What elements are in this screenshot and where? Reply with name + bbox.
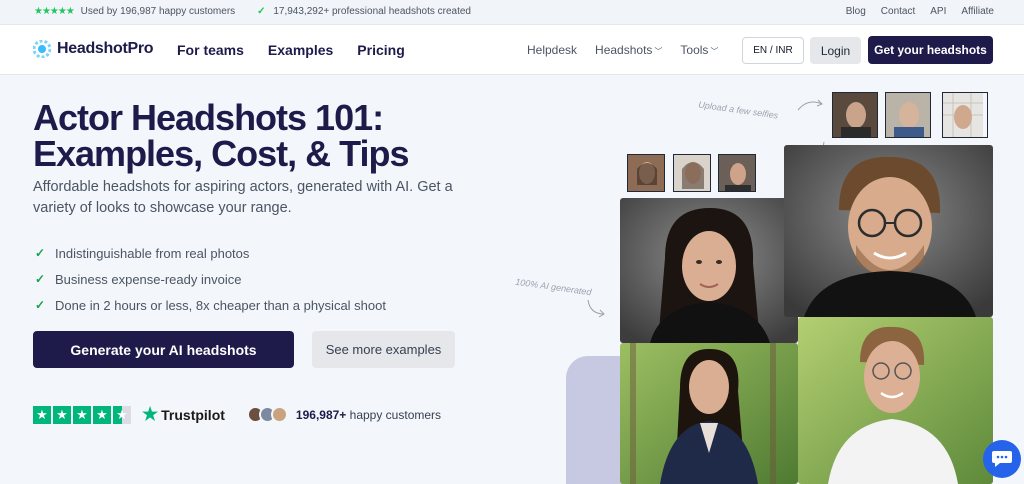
headshot-photo [620,198,798,343]
customer-avatars [246,406,288,423]
star-icon: ★ [93,405,111,424]
contact-link[interactable]: Contact [881,6,915,17]
get-headshots-button[interactable]: Get your headshots [868,36,993,64]
half-star-icon: ★ [113,405,131,424]
check-icon: ✓ [35,246,46,260]
selfie-thumbnail [885,92,931,138]
check-icon: ✓ [257,6,266,17]
nav-examples[interactable]: Examples [268,42,333,58]
logo-text: HeadshotPro [57,40,154,57]
feature-text: Business expense-ready invoice [55,271,242,287]
star-icon: ★ [73,405,91,424]
happy-customers: 196,987+ happy customers [296,408,441,422]
announcement-bar: ★★★★★ Used by 196,987 happy customers ✓ … [0,0,1024,25]
arrow-icon [797,99,823,111]
logo-icon [33,40,51,58]
headshot-photo [620,343,798,484]
chevron-down-icon: ﹀ [710,47,719,56]
nav-tools-dropdown[interactable]: Tools ﹀ [680,43,718,57]
customers-count: 196,987+ [295,407,347,422]
star-icon: ★ [142,404,159,424]
main-navigation: HeadshotPro For teams Examples Pricing H… [0,25,1024,75]
star-icon: ★ [53,405,71,424]
check-icon: ✓ [35,298,46,312]
trustpilot-logo[interactable]: ★ Trustpilot [142,404,225,425]
api-link[interactable]: API [930,6,946,17]
nav-for-teams[interactable]: For teams [177,42,244,58]
language-currency-select[interactable]: EN / INR [742,37,804,64]
affiliate-link[interactable]: Affiliate [961,6,994,17]
nav-pricing[interactable]: Pricing [357,42,404,58]
nav-tools-label: Tools [680,43,709,57]
selfie-thumbnail [718,154,756,192]
list-item: ✓ Done in 2 hours or less, 8x cheaper tha… [35,292,386,318]
feature-text: Indistinguishable from real photos [55,245,250,261]
chevron-down-icon: ﹀ [654,47,663,56]
blog-link[interactable]: Blog [846,6,866,17]
selfie-thumbnail [832,92,878,138]
nav-helpdesk[interactable]: Helpdesk [527,43,577,57]
selfie-thumbnail [673,154,711,192]
nav-headshots-label: Headshots [595,43,653,57]
feature-text: Done in 2 hours or less, 8x cheaper than… [55,297,386,313]
chat-widget-button[interactable] [983,440,1021,478]
selfie-thumbnail [942,92,988,138]
ai-generated-note: 100% AI generated [514,276,593,298]
arrow-icon [587,299,605,318]
chat-icon [992,451,1012,467]
headshot-photo [784,145,993,317]
headshot-photo [798,317,993,484]
logo[interactable]: HeadshotPro [33,40,154,58]
list-item: ✓ Indistinguishable from real photos [35,240,386,266]
decorative-shape [566,356,626,484]
see-more-examples-button[interactable]: See more examples [312,331,455,368]
created-text: 17,943,292+ professional headshots creat… [273,6,471,17]
login-button[interactable]: Login [810,37,861,64]
avatar [270,406,288,423]
page-title: Actor Headshots 101: Examples, Cost, & T… [33,97,409,174]
upload-selfies-note: Upload a few selfies [697,99,779,121]
rating-text: Used by 196,987 happy customers [80,6,236,17]
trustpilot-rating[interactable]: ★ ★ ★ ★ ★ [33,405,131,424]
created-summary: ✓ 17,943,292+ professional headshots cre… [257,6,471,17]
generate-headshots-button[interactable]: Generate your AI headshots [33,331,294,368]
list-item: ✓ Business expense-ready invoice [35,266,386,292]
selfie-thumbnail [627,154,665,192]
nav-headshots-dropdown[interactable]: Headshots ﹀ [595,43,662,57]
feature-list: ✓ Indistinguishable from real photos ✓ Bus… [35,240,386,318]
customers-text: happy customers [349,407,442,422]
star-rating-icon: ★★★★★ [34,6,75,17]
rating-summary: ★★★★★ Used by 196,987 happy customers [34,6,235,17]
trustpilot-brand: Trustpilot [161,406,225,423]
check-icon: ✓ [35,272,46,286]
hero-subtitle: Affordable headshots for aspiring actors… [33,179,453,216]
star-icon: ★ [33,405,51,424]
trust-bar: ★ ★ ★ ★ ★ ★ Trustpilot 196,987+ happy cu… [33,404,441,425]
